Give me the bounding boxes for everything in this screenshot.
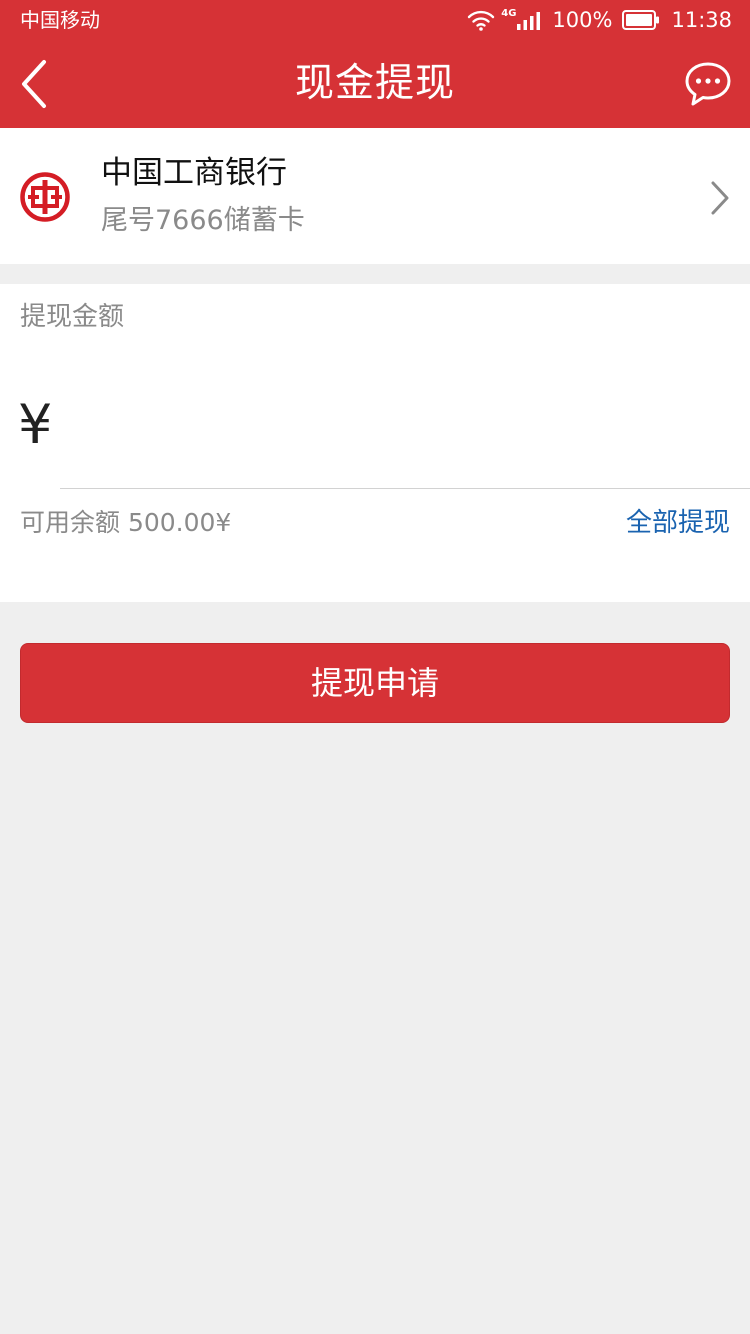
amount-label: 提现金额: [20, 302, 125, 332]
page-title: 现金提现: [294, 61, 455, 106]
currency-symbol: ¥: [18, 393, 53, 456]
bank-card-selector[interactable]: 中国工商银行 尾号7666储蓄卡: [0, 128, 750, 264]
nav-bar: 现金提现: [0, 40, 750, 128]
header: 中国移动 4G 100% 11:38 现金提现: [0, 0, 750, 128]
status-indicators: 4G 100% 11:38: [467, 6, 732, 34]
signal-icon: [517, 12, 541, 30]
chevron-right-icon: [711, 181, 729, 215]
available-balance: 可用余额 500.00¥: [20, 508, 232, 537]
icbc-logo-icon: [20, 172, 70, 222]
bank-card-number: 尾号7666储蓄卡: [101, 205, 305, 236]
chat-bubble-icon: [685, 62, 731, 106]
battery-percent: 100%: [552, 8, 613, 32]
amount-panel: 提现金额 ¥ 可用余额 500.00¥ 全部提现: [0, 284, 750, 602]
battery-icon: [622, 10, 660, 30]
carrier-name: 中国移动: [20, 8, 100, 32]
submit-withdraw-button[interactable]: 提现申请: [20, 643, 730, 723]
message-button[interactable]: [684, 60, 732, 108]
network-type: 4G: [501, 7, 517, 19]
wifi-icon: [468, 10, 495, 31]
status-bar: 中国移动 4G 100% 11:38: [0, 0, 750, 40]
clock: 11:38: [671, 8, 732, 32]
bank-name: 中国工商银行: [101, 155, 287, 191]
withdraw-all-link[interactable]: 全部提现: [626, 506, 730, 540]
divider: [60, 488, 750, 489]
amount-input[interactable]: [80, 394, 720, 454]
amount-input-row: ¥: [0, 384, 750, 488]
